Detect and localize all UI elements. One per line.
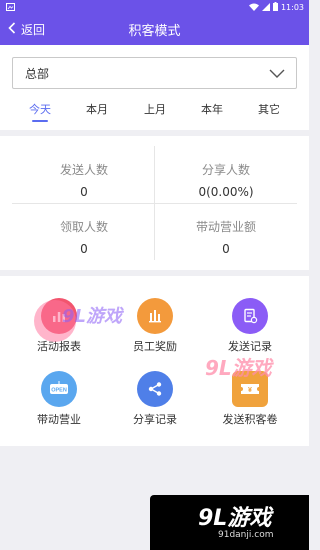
stats-panel: 发送人数 0 分享人数 0(0.00%) 领取人数 0 带动营业额 0 — [0, 136, 309, 270]
grid-item-staff-reward[interactable]: 员工奖励 — [110, 298, 200, 354]
stat-shared-count: 分享人数 0(0.00%) — [156, 161, 296, 199]
grid-item-label: 分享记录 — [133, 413, 177, 426]
battery-icon — [272, 2, 278, 13]
stat-label: 分享人数 — [201, 163, 250, 177]
grid-item-label: 带动营业 — [37, 413, 81, 426]
watermark-text: 9L游戏 — [62, 306, 122, 327]
stat-value: 0 — [80, 185, 88, 199]
stat-value: 0 — [80, 242, 88, 256]
period-tabs: 今天 本月 上月 本年 其它 — [0, 101, 309, 123]
page-title: 积客模式 — [128, 24, 181, 39]
svg-text:¥: ¥ — [248, 387, 252, 394]
notification-icon — [6, 3, 15, 13]
tab-other[interactable]: 其它 — [249, 101, 289, 117]
stat-label: 领取人数 — [59, 220, 108, 234]
store-select[interactable]: 总部 — [12, 57, 297, 89]
app-header: 11:03 返回 积客模式 — [0, 0, 309, 45]
stat-value: 0 — [222, 242, 230, 256]
back-button[interactable]: 返回 — [8, 19, 45, 39]
open-sign-icon: OPEN — [41, 371, 77, 407]
filter-panel: 总部 今天 本月 上月 本年 其它 — [0, 45, 309, 130]
chevron-left-icon — [8, 21, 16, 37]
share-icon — [137, 371, 173, 407]
back-label: 返回 — [21, 22, 46, 37]
clock-time: 11:03 — [280, 3, 304, 12]
watermark-site: 91danji.com — [218, 530, 274, 540]
bar-chart-icon — [137, 298, 173, 334]
stat-value: 0(0.00%) — [198, 185, 254, 199]
watermark-text: 9L游戏 — [205, 356, 272, 380]
stats-horizontal-divider — [12, 203, 297, 204]
stat-received-count: 领取人数 0 — [14, 218, 154, 256]
watermark-brand: 9L游戏 — [198, 506, 272, 531]
grid-item-send-records[interactable]: 发送记录 — [205, 298, 295, 354]
grid-item-label: 员工奖励 — [133, 340, 177, 353]
stat-sent-count: 发送人数 0 — [14, 161, 154, 199]
tab-this-year[interactable]: 本年 — [192, 101, 232, 117]
chevron-down-icon — [269, 67, 285, 82]
wifi-icon — [248, 3, 259, 13]
store-select-value: 总部 — [25, 66, 50, 81]
stat-revenue-driven: 带动营业额 0 — [156, 218, 296, 256]
active-tab-indicator — [32, 120, 48, 122]
tab-last-month[interactable]: 上月 — [135, 101, 175, 117]
status-bar: 11:03 — [0, 0, 309, 14]
tab-today[interactable]: 今天 — [20, 101, 60, 117]
grid-item-share-records[interactable]: 分享记录 — [110, 371, 200, 427]
stat-label: 发送人数 — [59, 163, 108, 177]
svg-text:OPEN: OPEN — [51, 388, 67, 394]
grid-item-drive-business[interactable]: OPEN 带动营业 — [14, 371, 104, 427]
signal-icon — [261, 2, 270, 13]
document-icon — [232, 298, 268, 334]
tab-this-month[interactable]: 本月 — [77, 101, 117, 117]
grid-item-label: 发送积客卷 — [222, 413, 278, 426]
stat-label: 带动营业额 — [195, 220, 256, 234]
